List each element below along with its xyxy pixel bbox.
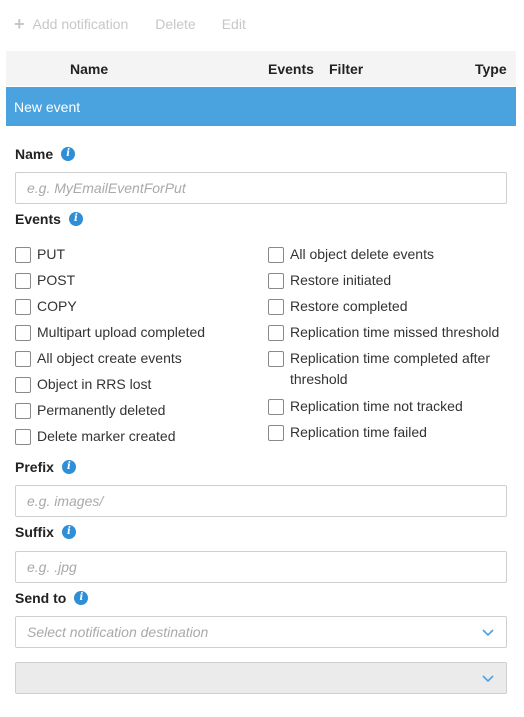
chevron-down-icon xyxy=(482,629,494,637)
send-to-label-text: Send to xyxy=(15,590,67,606)
event-checkbox-permanently-deleted[interactable]: Permanently deleted xyxy=(15,402,205,428)
suffix-field[interactable] xyxy=(15,551,507,583)
toolbar: + Add notification Delete Edit xyxy=(14,14,246,34)
event-checkbox-replication-completed-after[interactable]: Replication time completed after thresho… xyxy=(268,350,508,398)
events-label: Events i xyxy=(15,211,83,227)
checkbox-box[interactable] xyxy=(268,247,284,263)
column-header-events[interactable]: Events xyxy=(268,61,314,77)
checkbox-box[interactable] xyxy=(268,325,284,341)
checkbox-box[interactable] xyxy=(15,351,31,367)
suffix-input[interactable] xyxy=(27,552,495,582)
event-checkbox-replication-missed[interactable]: Replication time missed threshold xyxy=(268,324,508,350)
checkbox-box[interactable] xyxy=(15,403,31,419)
prefix-input[interactable] xyxy=(27,486,495,516)
info-icon[interactable]: i xyxy=(68,212,83,226)
checkbox-box[interactable] xyxy=(15,299,31,315)
event-checkbox-restore-initiated[interactable]: Restore initiated xyxy=(268,272,508,298)
prefix-label-text: Prefix xyxy=(15,459,54,475)
info-icon[interactable]: i xyxy=(61,460,76,474)
event-checkbox-put[interactable]: PUT xyxy=(15,246,205,272)
send-to-placeholder: Select notification destination xyxy=(27,624,209,640)
checkbox-box[interactable] xyxy=(268,425,284,441)
event-checkbox-multipart-upload[interactable]: Multipart upload completed xyxy=(15,324,205,350)
name-label-text: Name xyxy=(15,146,54,162)
event-checkbox-rrs-lost[interactable]: Object in RRS lost xyxy=(15,376,205,402)
checkbox-box[interactable] xyxy=(268,351,284,367)
name-input[interactable] xyxy=(27,173,495,203)
checkbox-box[interactable] xyxy=(15,325,31,341)
destination-select[interactable] xyxy=(15,662,507,694)
name-label: Name i xyxy=(15,146,76,162)
chevron-down-icon xyxy=(482,675,494,683)
event-checkbox-replication-not-tracked[interactable]: Replication time not tracked xyxy=(268,398,508,424)
events-right-column: All object delete events Restore initiat… xyxy=(268,246,508,450)
checkbox-box[interactable] xyxy=(15,247,31,263)
edit-button[interactable]: Edit xyxy=(222,16,246,32)
add-notification-label: Add notification xyxy=(32,16,129,32)
event-checkbox-all-delete[interactable]: All object delete events xyxy=(268,246,508,272)
checkbox-box[interactable] xyxy=(15,429,31,445)
column-header-filter[interactable]: Filter xyxy=(329,61,363,77)
info-icon[interactable]: i xyxy=(74,591,89,605)
plus-icon: + xyxy=(14,14,25,34)
event-checkbox-copy[interactable]: COPY xyxy=(15,298,205,324)
checkbox-box[interactable] xyxy=(268,299,284,315)
column-header-name[interactable]: Name xyxy=(70,61,108,77)
checkbox-box[interactable] xyxy=(268,273,284,289)
column-header-type[interactable]: Type xyxy=(475,61,507,77)
event-checkbox-all-create[interactable]: All object create events xyxy=(15,350,205,376)
suffix-label-text: Suffix xyxy=(15,524,54,540)
send-to-select[interactable]: Select notification destination xyxy=(15,616,507,648)
suffix-label: Suffix i xyxy=(15,524,76,540)
delete-button[interactable]: Delete xyxy=(155,16,195,32)
add-notification-button[interactable]: + Add notification xyxy=(14,14,129,34)
event-checkbox-delete-marker[interactable]: Delete marker created xyxy=(15,428,205,454)
checkbox-box[interactable] xyxy=(15,377,31,393)
event-checkbox-post[interactable]: POST xyxy=(15,272,205,298)
events-label-text: Events xyxy=(15,211,61,227)
checkbox-box[interactable] xyxy=(268,399,284,415)
event-checkbox-restore-completed[interactable]: Restore completed xyxy=(268,298,508,324)
prefix-field[interactable] xyxy=(15,485,507,517)
info-icon[interactable]: i xyxy=(61,147,76,161)
prefix-label: Prefix i xyxy=(15,459,76,475)
event-checkbox-replication-failed[interactable]: Replication time failed xyxy=(268,424,508,450)
new-event-banner: New event xyxy=(6,87,516,126)
table-header: Name Events Filter Type xyxy=(6,51,516,86)
info-icon[interactable]: i xyxy=(61,525,76,539)
checkbox-box[interactable] xyxy=(15,273,31,289)
send-to-label: Send to i xyxy=(15,590,89,606)
events-left-column: PUT POST COPY Multipart upload completed… xyxy=(15,246,205,454)
name-field[interactable] xyxy=(15,172,507,204)
